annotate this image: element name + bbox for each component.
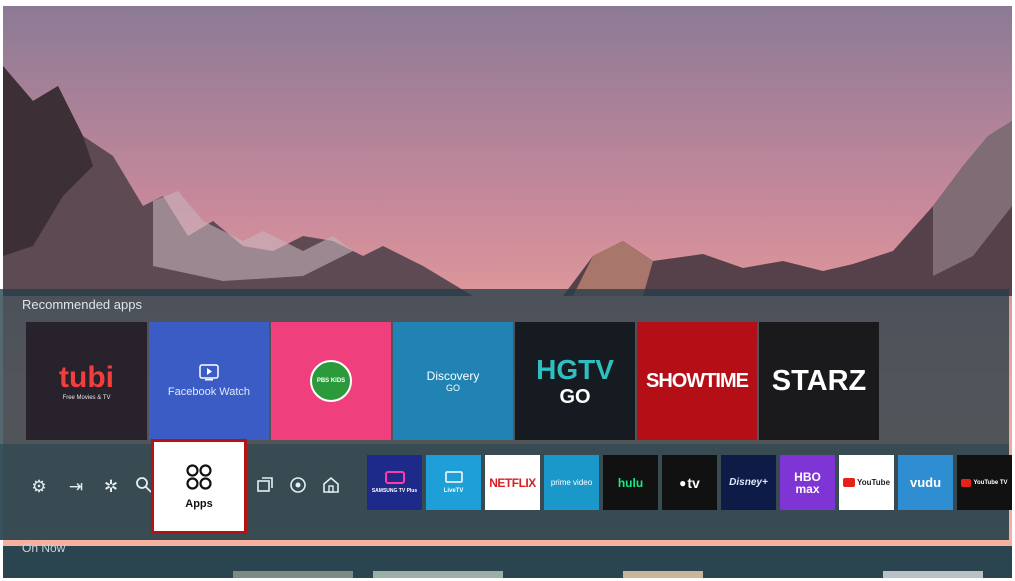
on-now-thumbnail[interactable] (623, 571, 703, 578)
on-now-title: On Now (22, 541, 66, 555)
discovery-go-label: GO (445, 383, 460, 393)
on-now-bar (3, 546, 1012, 578)
pbs-kids-logo: PBS KIDS (310, 360, 352, 402)
app-disney-plus[interactable]: Disney+ (721, 455, 776, 510)
app-youtube[interactable]: YouTube (839, 455, 894, 510)
tubi-tagline: Free Movies & TV (62, 395, 111, 401)
app-hbo-max[interactable]: HBO max (780, 455, 835, 510)
youtube-play-icon (842, 478, 855, 487)
tile-discovery-go[interactable]: Discovery GO (393, 322, 513, 440)
hgtv-logo: HGTV (536, 353, 614, 385)
apps-label: Apps (185, 498, 213, 510)
app-vudu[interactable]: vudu (898, 455, 953, 510)
youtube-tv-play-icon (961, 478, 972, 487)
showtime-logo: SHOWTIME (646, 369, 749, 392)
app-netflix[interactable]: NETFLIX (485, 455, 540, 510)
tile-starz[interactable]: STARZ (759, 322, 879, 440)
on-now-thumbnail[interactable] (883, 571, 983, 578)
facebook-watch-icon (199, 364, 219, 381)
ambient-icon[interactable]: ✲ (100, 476, 122, 498)
tv-plus-icon (384, 471, 405, 484)
home-icon[interactable] (320, 476, 342, 498)
discovery-logo: Discovery (426, 369, 480, 383)
facebook-watch-label: Facebook Watch (167, 386, 251, 398)
app-youtube-tv[interactable]: YouTube TV (957, 455, 1012, 510)
live-tv-icon (444, 471, 463, 483)
apps-button[interactable]: Apps (151, 439, 247, 534)
tile-hgtv-go[interactable]: HGTV GO (515, 322, 635, 440)
app-samsung-tv-plus[interactable]: SAMSUNG TV Plus (367, 455, 422, 510)
apps-grid-icon (186, 464, 212, 490)
tile-facebook-watch[interactable]: Facebook Watch (149, 322, 269, 440)
apple-icon: ● (679, 475, 687, 490)
source-icon[interactable]: ⇥ (65, 476, 87, 498)
app-apple-tv[interactable]: ● tv (662, 455, 717, 510)
on-now-thumbnail[interactable] (373, 571, 503, 578)
tile-tubi[interactable]: tubi Free Movies & TV (26, 322, 147, 440)
app-live-tv[interactable]: LiveTV (426, 455, 481, 510)
gaming-hub-icon[interactable] (287, 476, 309, 498)
recommended-apps-title: Recommended apps (22, 297, 142, 312)
app-prime-video[interactable]: prime video (544, 455, 599, 510)
tile-pbs-kids[interactable]: PBS KIDS (271, 322, 391, 440)
on-now-thumbnail[interactable] (233, 571, 353, 578)
starz-logo: STARZ (771, 364, 867, 397)
multiview-icon[interactable] (254, 476, 276, 498)
settings-icon[interactable]: ⚙ (28, 476, 50, 498)
tile-showtime[interactable]: SHOWTIME (637, 322, 757, 440)
app-hulu[interactable]: hulu (603, 455, 658, 510)
tubi-logo: tubi (59, 361, 114, 394)
hgtv-go-label: GO (559, 385, 591, 408)
